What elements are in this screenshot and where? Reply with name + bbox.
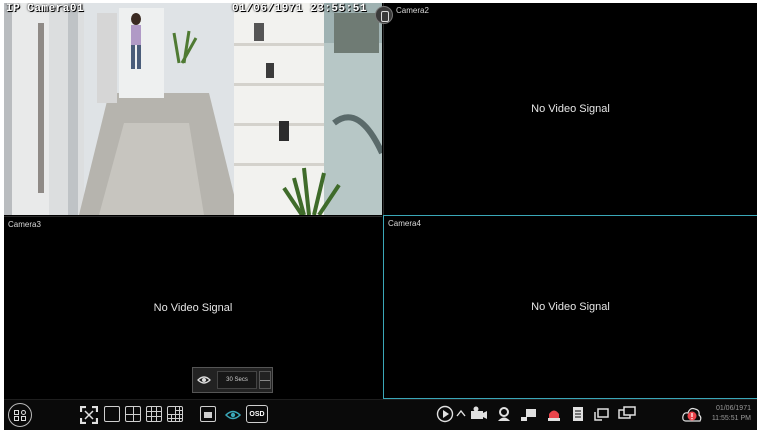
nvr-live-view: IP Camera01 01/06/1971 23:55:51 Camera2 … [4, 3, 757, 430]
single-view-icon[interactable] [104, 406, 120, 422]
dwell-icon[interactable] [224, 406, 242, 424]
no-signal-message: No Video Signal [153, 302, 233, 314]
camera-osd-timestamp: 01/06/1971 23:55:51 [232, 3, 367, 15]
clock-time: 11:55:51 PM [711, 415, 751, 422]
quad-view-icon[interactable] [125, 406, 141, 422]
playback-icon[interactable] [436, 405, 454, 423]
nine-view-icon[interactable] [146, 406, 162, 422]
dwell-stepper[interactable] [259, 371, 271, 389]
camera-feed-image [4, 3, 382, 215]
ptz-camera-icon[interactable] [470, 406, 488, 422]
camera-label: Camera3 [8, 220, 41, 229]
pip-icon[interactable] [200, 406, 216, 422]
eye-icon[interactable] [197, 373, 211, 387]
menu-icon[interactable] [8, 403, 32, 427]
snapshot-icon[interactable] [520, 406, 538, 422]
camera-grid: IP Camera01 01/06/1971 23:55:51 Camera2 … [4, 3, 757, 399]
alarm-icon[interactable] [546, 406, 562, 422]
no-signal-message: No Video Signal [531, 301, 610, 313]
camera-osd-title: IP Camera01 [6, 3, 85, 15]
manual-record-icon[interactable] [496, 406, 512, 422]
camera-pane-2[interactable]: Camera2 No Video Signal [383, 3, 757, 215]
clock-date: 01/06/1971 [715, 405, 751, 412]
camera-label: Camera2 [396, 6, 429, 15]
osd-button[interactable]: OSD [246, 405, 268, 423]
chevron-up-icon[interactable] [456, 406, 466, 422]
camera-label: Camera4 [388, 219, 421, 228]
fullscreen-icon[interactable] [80, 406, 98, 424]
camera-pane-1[interactable]: IP Camera01 01/06/1971 23:55:51 [4, 3, 382, 215]
output-switch-icon[interactable] [618, 406, 636, 422]
sequence-icon[interactable] [594, 406, 610, 422]
no-signal-message: No Video Signal [531, 103, 610, 115]
sixteen-view-icon[interactable] [167, 406, 183, 422]
dwell-time-select[interactable]: 30 Secs [217, 371, 257, 389]
alert-cloud-icon[interactable] [682, 406, 702, 424]
bottom-toolbar: OSD 01/06/1971 11:55:51 PM [4, 399, 757, 430]
dwell-popup: 30 Secs [192, 367, 273, 393]
event-log-icon[interactable] [570, 406, 586, 422]
pin-icon[interactable] [375, 6, 393, 24]
camera-pane-4[interactable]: Camera4 No Video Signal [383, 215, 757, 399]
system-clock: 01/06/1971 11:55:51 PM [712, 404, 751, 424]
